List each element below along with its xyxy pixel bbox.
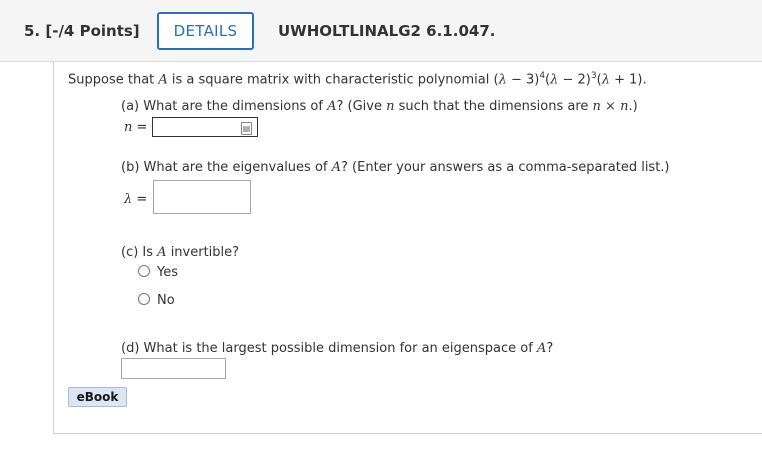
part-b-question: (b) What are the eigenvalues of A? (Ente… (121, 160, 670, 175)
part-b-input-label: λ = (124, 192, 148, 207)
problem-statement: Suppose that A is a square matrix with c… (68, 71, 647, 88)
ebook-button[interactable]: eBook (68, 387, 127, 407)
question-id: UWHOLTLINALG2 6.1.047. (278, 22, 496, 40)
details-button[interactable]: DETAILS (157, 12, 254, 50)
radio-yes-label[interactable]: Yes (157, 265, 178, 280)
radio-no-label[interactable]: No (157, 293, 175, 308)
part-a-input-label: n = (124, 120, 148, 135)
part-d-answer-input[interactable] (121, 358, 226, 379)
part-a-question: (a) What are the dimensions of A? (Give … (121, 99, 638, 114)
part-b-answer-input[interactable] (153, 180, 251, 214)
question-number: 5. [-/4 Points] (24, 22, 140, 40)
radio-no[interactable] (138, 293, 150, 305)
radio-yes[interactable] (138, 265, 150, 277)
part-a-answer-input[interactable]: ▤ (152, 117, 258, 137)
part-d-question: (d) What is the largest possible dimensi… (121, 341, 554, 356)
keyboard-icon[interactable]: ▤ (241, 122, 252, 135)
part-c-question: (c) Is A invertible? (121, 245, 240, 260)
question-header: 5. [-/4 Points] DETAILS UWHOLTLINALG2 6.… (0, 0, 762, 62)
